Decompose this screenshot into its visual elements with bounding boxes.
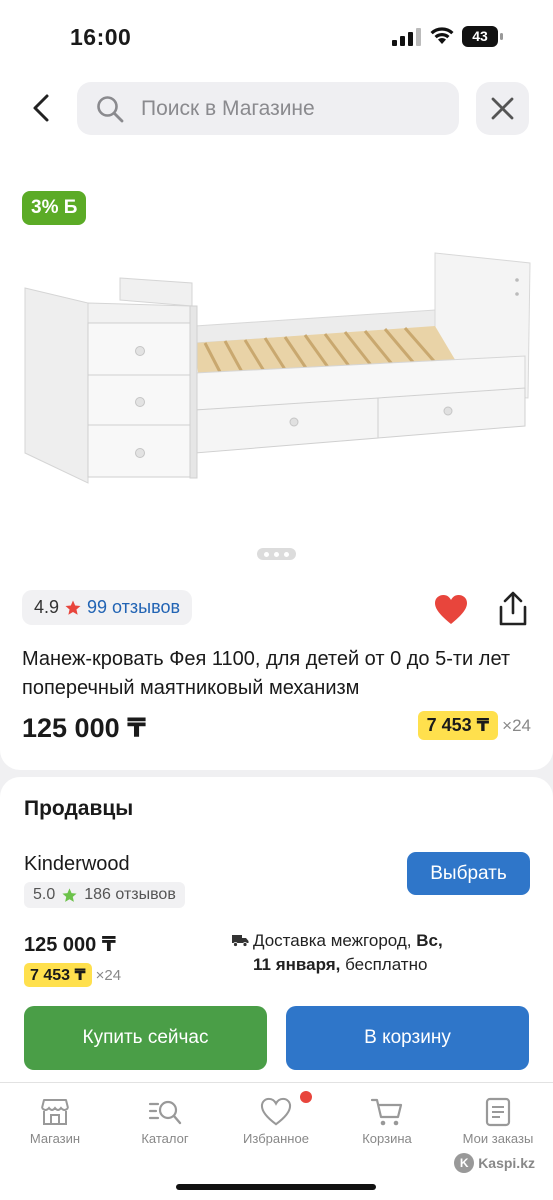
star-icon <box>62 887 77 902</box>
reviews-count: 99 отзывов <box>87 597 181 617</box>
search-icon <box>97 96 124 123</box>
tab-catalog[interactable]: Каталог <box>110 1091 220 1161</box>
heart-icon <box>260 1097 292 1126</box>
status-bar: 16:00 43 <box>0 0 553 68</box>
installment-term: ×24 <box>502 715 531 735</box>
battery-icon: 43 <box>462 26 504 47</box>
delivery-date: 11 января, <box>253 955 341 974</box>
seller-installment-term: ×24 <box>95 966 122 984</box>
tab-label-favorites: Избранное <box>243 1131 309 1146</box>
product-card: 3% Б 4.9 99 отзывов Манеж-кровать Фея 11… <box>0 158 553 770</box>
store-icon <box>41 1099 69 1125</box>
tab-favorites[interactable]: Избранное <box>221 1091 331 1161</box>
pager-dot <box>264 552 269 557</box>
seller-rating[interactable]: 5.0 186 отзывов <box>24 882 185 908</box>
image-pager[interactable] <box>257 548 296 560</box>
tab-label-orders: Мои заказы <box>462 1131 534 1146</box>
watermark-text: Kaspi.kz <box>478 1155 535 1171</box>
notification-dot <box>300 1091 312 1103</box>
wifi-icon <box>430 27 454 44</box>
delivery-day: Вс, <box>416 931 443 950</box>
cellular-signal-icon <box>392 28 421 46</box>
rating-value: 4.9 <box>34 597 60 617</box>
rating-reviews-link[interactable]: 4.9 99 отзывов <box>22 590 193 625</box>
chevron-left-icon <box>33 94 49 122</box>
search-box[interactable] <box>77 82 459 135</box>
catalog-search-icon <box>148 1100 182 1125</box>
seller-name[interactable]: Kinderwood <box>24 853 130 876</box>
installment-amount: 7 453 ₸ <box>417 711 499 740</box>
seller-rating-value: 5.0 <box>33 886 56 903</box>
buy-now-button[interactable]: Купить сейчас <box>24 1006 267 1070</box>
status-time: 16:00 <box>70 24 132 50</box>
truck-icon <box>232 935 249 947</box>
pager-dot <box>274 552 279 557</box>
product-title: Манеж-кровать Фея 1100, для детей от 0 д… <box>22 648 511 699</box>
heart-filled-icon <box>435 595 467 624</box>
installment-info[interactable]: 7 453 ₸ ×24 <box>417 711 531 740</box>
seller-price: 125 000 ₸ <box>24 934 116 956</box>
sellers-section: Продавцы Kinderwood 5.0 186 отзывов Выбр… <box>0 777 553 1087</box>
tab-label-cart: Корзина <box>362 1131 412 1146</box>
seller-reviews: 186 отзывов <box>84 886 176 903</box>
seller-installment-info[interactable]: 7 453 ₸ ×24 <box>24 963 121 987</box>
choose-seller-button[interactable]: Выбрать <box>407 852 530 895</box>
share-button[interactable] <box>496 591 530 627</box>
kaspi-watermark: K Kaspi.kz <box>454 1153 535 1173</box>
bottom-tab-bar: Магазин Каталог Избранное Корзина Мои за… <box>0 1082 553 1200</box>
delivery-info: Доставка межгород, Вс, 11 января, беспла… <box>232 929 532 977</box>
favorite-button[interactable] <box>434 594 468 626</box>
orders-icon <box>485 1097 511 1127</box>
pager-dot <box>284 552 289 557</box>
delivery-prefix: Доставка межгород, <box>253 931 417 950</box>
cashback-badge: 3% Б <box>22 191 87 225</box>
tab-label-catalog: Каталог <box>141 1131 189 1146</box>
sellers-title: Продавцы <box>24 797 134 820</box>
add-to-cart-button[interactable]: В корзину <box>286 1006 529 1070</box>
battery-level: 43 <box>472 28 488 44</box>
tab-orders[interactable]: Мои заказы <box>443 1091 553 1161</box>
star-icon <box>65 600 81 615</box>
tab-label-store: Магазин <box>29 1131 81 1146</box>
delivery-suffix: бесплатно <box>340 955 428 974</box>
share-icon <box>499 591 527 626</box>
tab-cart[interactable]: Корзина <box>332 1091 442 1161</box>
cart-icon <box>370 1098 403 1126</box>
kaspi-logo-icon: K <box>454 1153 475 1173</box>
close-icon <box>491 97 514 120</box>
search-header <box>0 68 553 158</box>
search-input[interactable] <box>141 82 441 135</box>
close-button[interactable] <box>476 82 529 135</box>
seller-installment-amount: 7 453 ₸ <box>24 963 92 987</box>
home-indicator[interactable] <box>176 1184 376 1190</box>
tab-store[interactable]: Магазин <box>0 1091 110 1161</box>
back-button[interactable] <box>22 88 62 128</box>
product-price: 125 000 ₸ <box>22 713 146 743</box>
crib-bed-image[interactable] <box>20 248 535 488</box>
